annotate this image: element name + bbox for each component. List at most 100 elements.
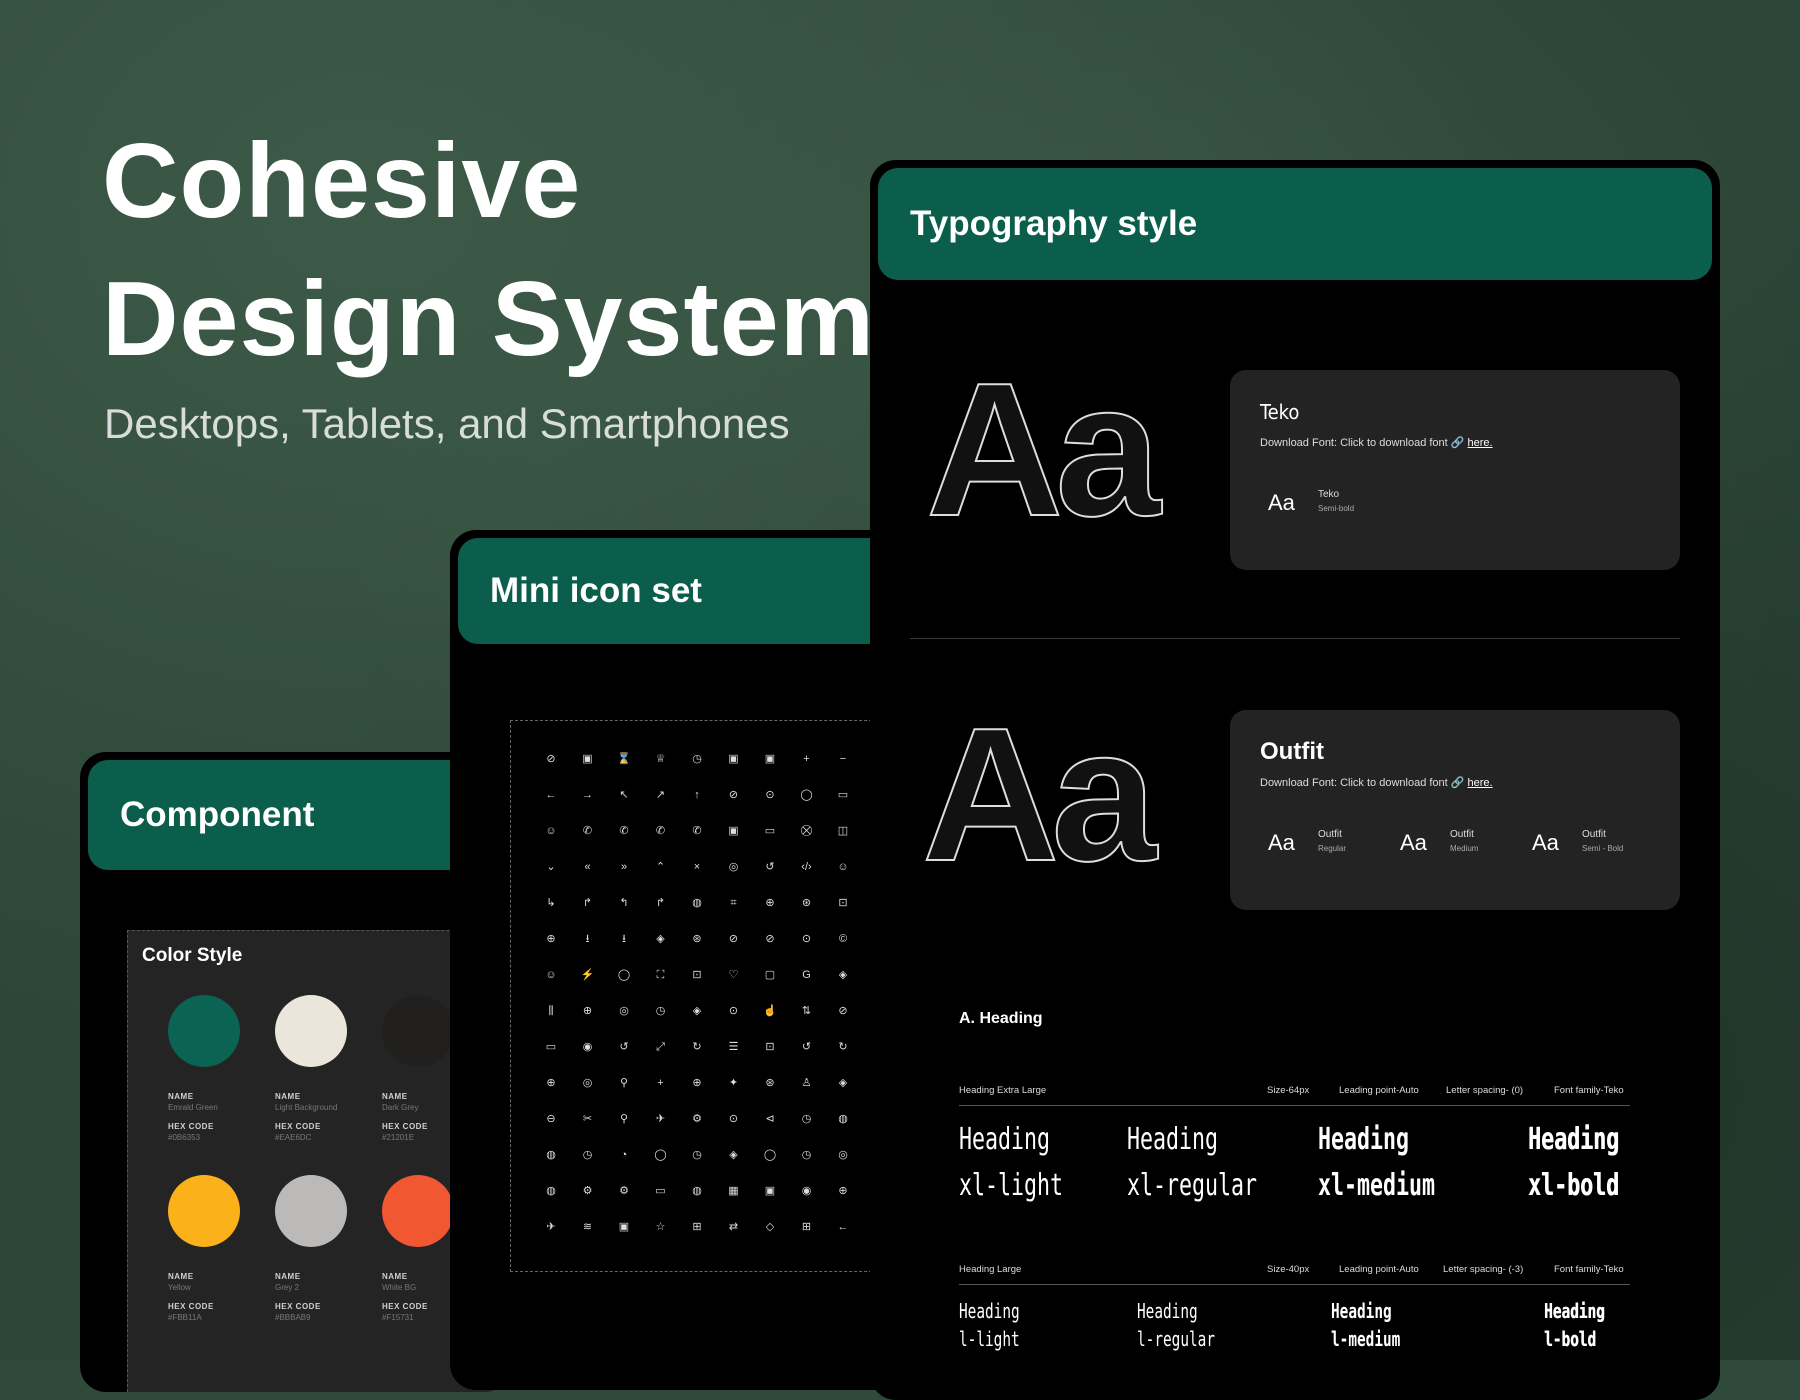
- color-style-heading: Color Style: [142, 945, 243, 966]
- section-heading: A. Heading: [959, 1010, 1043, 1027]
- mini-icon: ▣: [582, 753, 593, 765]
- mini-icon: ⊕: [546, 1077, 556, 1089]
- heading-specimen: xl-bold: [1528, 1168, 1620, 1203]
- mini-icon: ◷: [801, 1149, 812, 1161]
- heading-specimen: xl-regular: [1127, 1168, 1258, 1203]
- mini-icon: ◍: [546, 1149, 556, 1161]
- teko-download-text: Download Font: Click to download font 🔗 …: [1260, 437, 1493, 449]
- outfit-font-box: Outfit Download Font: Click to download …: [1230, 710, 1680, 910]
- mini-icon: ⛒: [800, 825, 813, 837]
- mini-icon: ▣: [764, 753, 776, 765]
- mini-icon: ⊕: [765, 897, 775, 909]
- mini-icon-set-card: Mini icon set ⊘ ▣ ⌛ ♕ ◷ ▣ ▣ + − ← → ↖ ↗ ↑ ⊘ ⊙ ◯ ▭ ☺ ✆ ✆ ✆ ✆ ▣ ▭ ⛒…: [450, 530, 910, 1390]
- color-swatch-meta: NAME Yellow HEX CODE #FBB11A: [168, 1272, 214, 1322]
- mini-icon: ◎: [619, 1005, 629, 1017]
- mini-icon: ⊙: [801, 933, 812, 945]
- mini-icon: ⫼: [548, 1005, 554, 1017]
- mini-icon: +: [803, 753, 810, 765]
- mini-icon: ▭: [837, 789, 849, 801]
- mini-icon: ♕: [655, 753, 666, 765]
- mini-icon: ↖: [619, 789, 629, 801]
- mini-icon: ✈: [546, 1221, 556, 1233]
- teko-sample-meta: Teko Semi-bold: [1318, 489, 1355, 513]
- mini-icon: ⊘: [765, 933, 775, 945]
- component-card-title: Component: [120, 795, 315, 834]
- mini-icon: ⊡: [765, 1041, 775, 1053]
- mini-icon: ⭳: [585, 933, 590, 945]
- heading-specimen: Heading: [959, 1299, 1020, 1323]
- mini-icon: ▣: [764, 1185, 776, 1197]
- mini-icon: ☰: [728, 1041, 739, 1053]
- mini-icon-set-title: Mini icon set: [490, 571, 702, 610]
- heading-specimen: Heading: [1318, 1122, 1410, 1157]
- mini-icon: ✈: [655, 1113, 666, 1125]
- mini-icon: ⊲: [765, 1113, 775, 1125]
- section-divider: [910, 638, 1680, 639]
- mini-icon: ↱: [655, 897, 666, 909]
- teko-sample-aa: Aa: [1268, 490, 1295, 515]
- color-swatch-meta: NAME Light Background HEX CODE #EAE6DC: [275, 1092, 338, 1142]
- mini-icon: →: [582, 789, 593, 801]
- heading-specimen: xl-medium: [1318, 1168, 1436, 1203]
- heading-specimen: Heading: [1331, 1299, 1392, 1323]
- mini-icon: −: [839, 753, 847, 765]
- mini-icon: ≋: [582, 1221, 593, 1233]
- mini-icon: ☝: [763, 1005, 777, 1017]
- mini-icon: ◫: [837, 825, 849, 837]
- color-swatch: [382, 995, 454, 1067]
- outfit-medium-meta: Outfit Medium: [1450, 829, 1479, 853]
- mini-icon: ◍: [692, 1185, 702, 1197]
- hero-title-line-2: Design System: [102, 260, 875, 378]
- component-card: Component Color Style NAME Emrald Green HE…: [80, 752, 510, 1392]
- mini-icon: ⊘: [838, 1005, 848, 1017]
- outfit-download-text: Download Font: Click to download font 🔗 …: [1260, 777, 1493, 789]
- mini-icon: ⌗: [730, 897, 737, 909]
- outfit-download-link[interactable]: here.: [1468, 777, 1493, 789]
- mini-icon: ▣: [728, 825, 739, 837]
- mini-icon: ▦: [728, 1185, 739, 1197]
- mini-icon: ←: [837, 1221, 849, 1233]
- mini-icon: ⊛: [801, 897, 812, 909]
- color-swatch: [168, 1175, 240, 1247]
- color-swatch: [168, 995, 240, 1067]
- typography-card-title: Typography style: [910, 204, 1198, 243]
- heading-specimen: l-bold: [1544, 1327, 1597, 1351]
- outfit-semibold-aa: Aa: [1532, 830, 1559, 855]
- teko-aa-specimen: Aa: [925, 344, 1162, 556]
- mini-icon: ↗: [655, 789, 666, 801]
- component-card-header: Component: [88, 760, 502, 870]
- heading-specimen: Heading: [1528, 1122, 1620, 1157]
- heading-specimen: Heading: [1544, 1299, 1605, 1323]
- heading-specimen: l-light: [959, 1327, 1020, 1351]
- outfit-aa-specimen: Aa: [921, 689, 1158, 901]
- mini-icon: ◔: [620, 1149, 628, 1161]
- mini-icon: ⊛: [692, 933, 702, 945]
- mini-icon-set-header: Mini icon set: [458, 538, 902, 644]
- mini-icon: ↻: [838, 1041, 848, 1053]
- mini-icon: ◈: [838, 1077, 848, 1089]
- mini-icon: ☺: [837, 861, 849, 873]
- mini-icon: ↺: [801, 1041, 812, 1053]
- heading-specimen: l-regular: [1137, 1327, 1216, 1351]
- mini-icon: ↑: [694, 789, 700, 801]
- teko-download-link[interactable]: here.: [1468, 437, 1493, 449]
- mini-icon: »: [620, 861, 628, 873]
- mini-icon: ⊘: [728, 933, 739, 945]
- mini-icon: ☺: [545, 969, 557, 981]
- outfit-semibold-meta: Outfit Semi - Bold: [1582, 829, 1624, 853]
- mini-icon: ⌃: [655, 861, 666, 873]
- color-swatch-meta: NAME Grey 2 HEX CODE #BBBAB9: [275, 1272, 321, 1322]
- mini-icon: ◷: [801, 1113, 812, 1125]
- outfit-regular-meta: Outfit Regular: [1318, 829, 1347, 853]
- mini-icon: ⊙: [728, 1113, 739, 1125]
- mini-icon: G: [802, 969, 811, 981]
- mini-icon: ✂: [582, 1113, 593, 1125]
- mini-icon: ◎: [838, 1149, 848, 1161]
- mini-icon: ⊙: [728, 1005, 739, 1017]
- mini-icon: ⌄: [546, 861, 556, 873]
- outfit-font-name: Outfit: [1260, 738, 1324, 765]
- mini-icon: ◷: [582, 1149, 593, 1161]
- mini-icon: ◈: [838, 969, 848, 981]
- mini-icon: ⚡: [580, 969, 595, 981]
- mini-icon: ‹/›: [801, 861, 812, 873]
